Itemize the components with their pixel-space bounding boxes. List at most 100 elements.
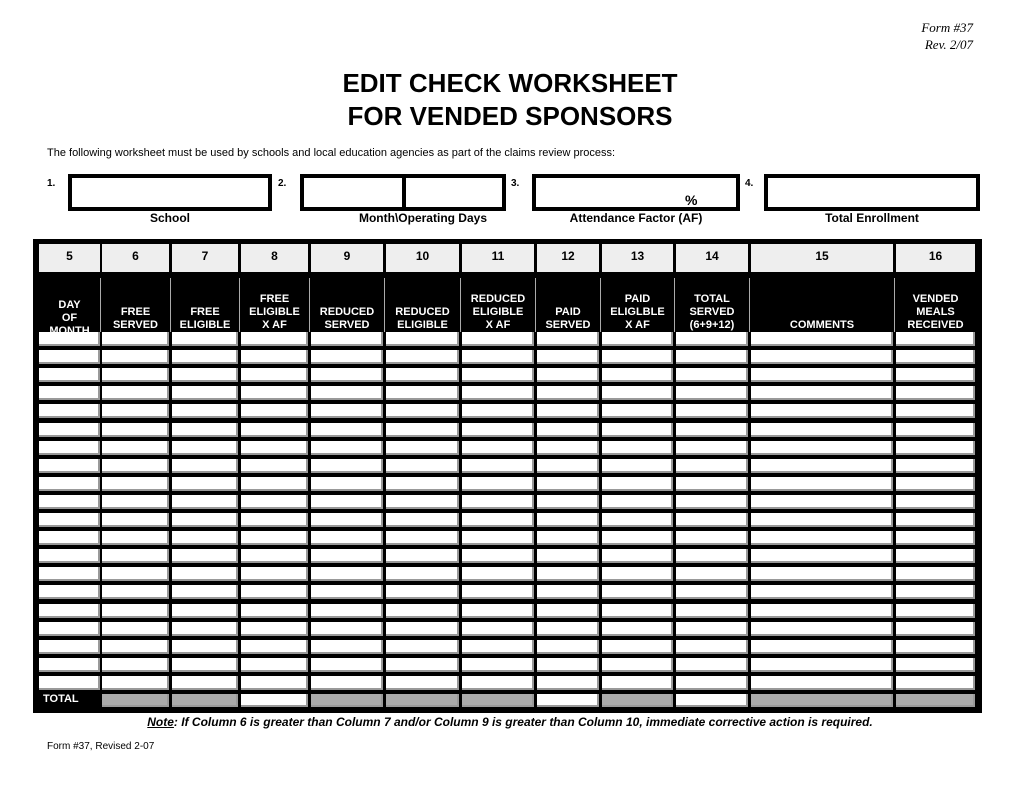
cell-col-12[interactable] — [537, 567, 599, 581]
cell-col-13[interactable] — [602, 640, 673, 654]
cell-col-12[interactable] — [537, 441, 599, 455]
cell-col-6[interactable] — [102, 459, 169, 473]
cell-col-13[interactable] — [602, 531, 673, 545]
cell-col-16[interactable] — [896, 368, 975, 382]
cell-col-10[interactable] — [386, 531, 459, 545]
cell-col-7[interactable] — [172, 622, 238, 636]
cell-col-14[interactable] — [676, 531, 748, 545]
cell-col-10[interactable] — [386, 658, 459, 672]
cell-col-10[interactable] — [386, 567, 459, 581]
cell-col-16[interactable] — [896, 658, 975, 672]
cell-col-13[interactable] — [602, 441, 673, 455]
cell-col-14[interactable] — [676, 332, 748, 346]
cell-col-9[interactable] — [311, 423, 383, 437]
cell-col-7[interactable] — [172, 513, 238, 527]
cell-col-14[interactable] — [676, 441, 748, 455]
cell-col-15[interactable] — [751, 404, 893, 418]
cell-col-12[interactable] — [537, 350, 599, 364]
cell-col-6[interactable] — [102, 404, 169, 418]
cell-col-7[interactable] — [172, 350, 238, 364]
cell-col-8[interactable] — [241, 404, 308, 418]
cell-col-7[interactable] — [172, 658, 238, 672]
cell-col-11[interactable] — [462, 459, 534, 473]
cell-col-9[interactable] — [311, 477, 383, 491]
cell-col-13[interactable] — [602, 585, 673, 599]
cell-col-12[interactable] — [537, 622, 599, 636]
cell-col-6[interactable] — [102, 513, 169, 527]
cell-col-14[interactable] — [676, 513, 748, 527]
cell-col-16[interactable] — [896, 404, 975, 418]
cell-col-11[interactable] — [462, 531, 534, 545]
cell-col-15[interactable] — [751, 567, 893, 581]
cell-col-9[interactable] — [311, 567, 383, 581]
cell-col-9[interactable] — [311, 495, 383, 509]
cell-col-10[interactable] — [386, 386, 459, 400]
cell-col-14[interactable] — [676, 477, 748, 491]
cell-col-14[interactable] — [676, 404, 748, 418]
cell-col-5[interactable] — [39, 332, 100, 346]
cell-col-5[interactable] — [39, 495, 100, 509]
cell-col-16[interactable] — [896, 567, 975, 581]
cell-col-12[interactable] — [537, 368, 599, 382]
cell-col-10[interactable] — [386, 404, 459, 418]
cell-col-6[interactable] — [102, 441, 169, 455]
cell-col-13[interactable] — [602, 386, 673, 400]
cell-col-10[interactable] — [386, 368, 459, 382]
cell-col-5[interactable] — [39, 350, 100, 364]
cell-col-12[interactable] — [537, 604, 599, 618]
cell-col-14[interactable] — [676, 567, 748, 581]
cell-col-13[interactable] — [602, 459, 673, 473]
cell-col-10[interactable] — [386, 423, 459, 437]
cell-col-15[interactable] — [751, 368, 893, 382]
cell-col-16[interactable] — [896, 386, 975, 400]
cell-col-16[interactable] — [896, 622, 975, 636]
cell-col-8[interactable] — [241, 622, 308, 636]
cell-col-12[interactable] — [537, 658, 599, 672]
cell-col-6[interactable] — [102, 368, 169, 382]
cell-col-7[interactable] — [172, 549, 238, 563]
cell-col-10[interactable] — [386, 513, 459, 527]
cell-col-12[interactable] — [537, 386, 599, 400]
cell-col-5[interactable] — [39, 386, 100, 400]
cell-col-14[interactable] — [676, 368, 748, 382]
cell-col-10[interactable] — [386, 549, 459, 563]
cell-col-5[interactable] — [39, 676, 100, 690]
cell-col-14[interactable] — [676, 676, 748, 690]
cell-col-8[interactable] — [241, 567, 308, 581]
cell-col-15[interactable] — [751, 332, 893, 346]
cell-col-9[interactable] — [311, 640, 383, 654]
cell-col-6[interactable] — [102, 350, 169, 364]
cell-col-11[interactable] — [462, 404, 534, 418]
cell-col-9[interactable] — [311, 386, 383, 400]
cell-col-9[interactable] — [311, 622, 383, 636]
cell-col-8[interactable] — [241, 585, 308, 599]
cell-col-9[interactable] — [311, 441, 383, 455]
cell-col-12[interactable] — [537, 531, 599, 545]
cell-col-8[interactable] — [241, 604, 308, 618]
cell-col-16[interactable] — [896, 350, 975, 364]
cell-col-7[interactable] — [172, 531, 238, 545]
cell-col-8[interactable] — [241, 477, 308, 491]
total-cell-col-14[interactable] — [676, 694, 748, 707]
cell-col-13[interactable] — [602, 350, 673, 364]
total-cell-col-8[interactable] — [241, 694, 308, 707]
cell-col-11[interactable] — [462, 513, 534, 527]
cell-col-8[interactable] — [241, 658, 308, 672]
cell-col-16[interactable] — [896, 332, 975, 346]
cell-col-15[interactable] — [751, 495, 893, 509]
cell-col-16[interactable] — [896, 549, 975, 563]
cell-col-9[interactable] — [311, 585, 383, 599]
cell-col-15[interactable] — [751, 549, 893, 563]
cell-col-5[interactable] — [39, 640, 100, 654]
cell-col-8[interactable] — [241, 676, 308, 690]
cell-col-13[interactable] — [602, 622, 673, 636]
cell-col-10[interactable] — [386, 585, 459, 599]
cell-col-15[interactable] — [751, 531, 893, 545]
cell-col-6[interactable] — [102, 386, 169, 400]
cell-col-8[interactable] — [241, 368, 308, 382]
cell-col-6[interactable] — [102, 549, 169, 563]
cell-col-8[interactable] — [241, 386, 308, 400]
cell-col-7[interactable] — [172, 368, 238, 382]
cell-col-8[interactable] — [241, 423, 308, 437]
cell-col-15[interactable] — [751, 604, 893, 618]
